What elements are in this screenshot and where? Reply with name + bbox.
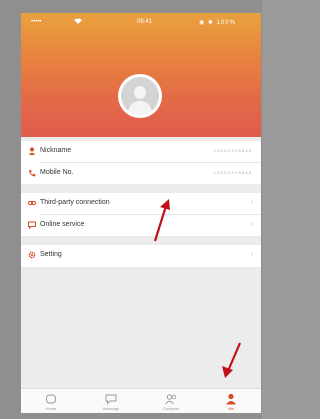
nickname-label: Nickname — [40, 147, 72, 154]
nickname-row[interactable]: Nickname 1 3 5 X X X X 6 6 6 6 — [21, 141, 261, 162]
settings-section: Setting › — [21, 245, 261, 267]
annotation-arrow — [222, 342, 242, 378]
third-party-connection-row[interactable]: Third-party connection › — [21, 193, 261, 214]
nickname-value: 1 3 5 X X X X 6 6 6 6 — [213, 148, 251, 153]
tab-me-label: Me — [228, 406, 234, 411]
screenshot-frame: ••••• 09:41 ◉ ✱ 100% Nickname 1 3 5 X X … — [0, 0, 262, 419]
tab-message-label: Message — [102, 406, 120, 411]
home-icon — [44, 392, 58, 404]
annotation-arrow — [153, 199, 170, 242]
message-icon — [104, 392, 118, 405]
tab-me[interactable]: Me — [201, 389, 261, 413]
chevron-right-icon: › — [250, 251, 253, 258]
mobile-row[interactable]: Mobile No. 1 3 5 X X X X 6 6 6 6 — [21, 163, 261, 184]
wifi-icon — [74, 18, 82, 26]
chat-icon — [28, 221, 36, 230]
setting-row[interactable]: Setting › — [21, 245, 261, 266]
mobile-value: 1 3 5 X X X X 6 6 6 6 — [213, 170, 251, 175]
link-icon — [28, 199, 36, 207]
signal-indicator: ••••• — [31, 19, 42, 25]
status-bar: ••••• 09:41 ◉ ✱ 100% — [21, 13, 261, 29]
services-section: Third-party connection › Online service … — [21, 193, 261, 236]
tab-contacts-label: Contacts — [163, 406, 179, 411]
avatar-placeholder-icon — [121, 77, 159, 115]
contacts-icon — [164, 392, 178, 405]
profile-header: ••••• 09:41 ◉ ✱ 100% — [21, 13, 261, 137]
avatar[interactable] — [118, 74, 162, 118]
me-icon — [224, 392, 238, 405]
tab-message[interactable]: Message — [81, 389, 141, 413]
third-party-connection-label: Third-party connection — [40, 199, 110, 206]
chevron-right-icon: › — [250, 221, 253, 228]
setting-label: Setting — [40, 251, 62, 258]
tab-contacts[interactable]: Contacts — [141, 389, 201, 413]
chevron-right-icon: › — [250, 199, 253, 206]
bottom-tab-bar: Home Message Contacts Me — [21, 388, 261, 413]
phone-icon — [28, 169, 36, 177]
online-service-label: Online service — [40, 221, 85, 228]
profile-info-section: Nickname 1 3 5 X X X X 6 6 6 6 Mobile No… — [21, 141, 261, 184]
gear-icon — [28, 251, 36, 259]
tab-home[interactable]: Home — [21, 389, 81, 413]
status-time: 09:41 — [137, 19, 153, 25]
tab-home-label: Home — [45, 406, 57, 411]
online-service-row[interactable]: Online service › — [21, 215, 261, 236]
mobile-label: Mobile No. — [40, 169, 74, 176]
person-icon — [28, 147, 36, 155]
status-right-icons: ◉ ✱ 100% — [199, 20, 236, 26]
